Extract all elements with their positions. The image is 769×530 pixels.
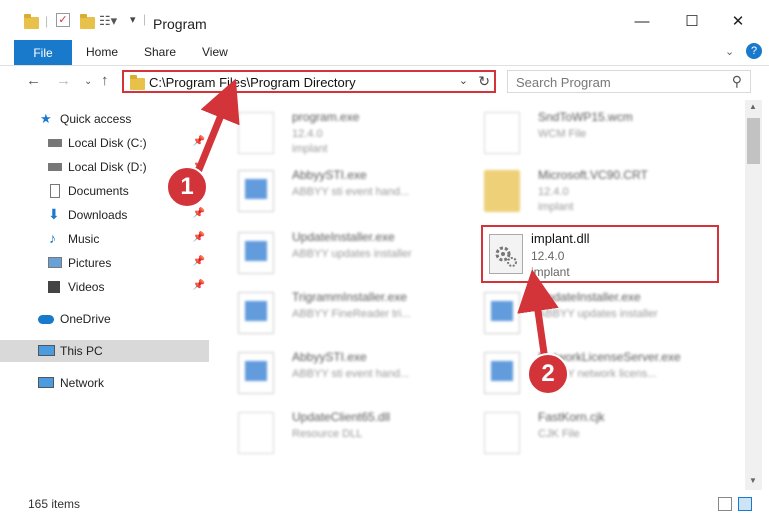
annotation-arrows	[194, 78, 559, 361]
details-view-icon[interactable]	[718, 497, 732, 511]
arrow-2	[517, 269, 559, 361]
arrow-1	[194, 78, 240, 174]
callout-2: 2	[527, 353, 569, 395]
callout-1: 1	[166, 166, 208, 208]
large-icons-view-icon[interactable]	[738, 497, 752, 511]
item-count: 165 items	[28, 497, 81, 511]
